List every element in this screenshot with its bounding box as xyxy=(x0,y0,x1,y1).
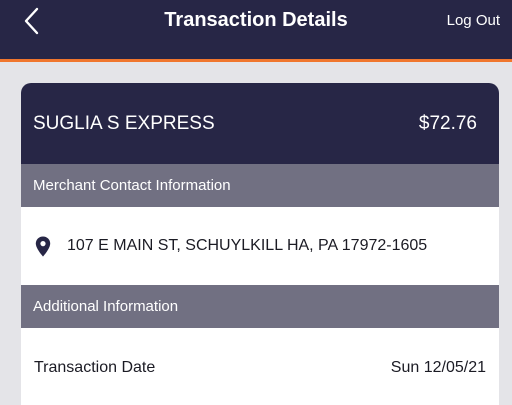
merchant-address-row[interactable]: 107 E MAIN ST, SCHUYLKILL HA, PA 17972-1… xyxy=(21,207,499,285)
transaction-card: SUGLIA S EXPRESS $72.76 Merchant Contact… xyxy=(21,83,499,405)
page-title: Transaction Details xyxy=(164,9,348,31)
transaction-date-label: Transaction Date xyxy=(34,359,156,376)
map-pin-icon xyxy=(35,236,51,257)
merchant-address: 107 E MAIN ST, SCHUYLKILL HA, PA 17972-1… xyxy=(67,237,428,254)
merchant-contact-section-header: Merchant Contact Information xyxy=(21,164,499,207)
top-nav-bar: Transaction Details Log Out xyxy=(0,0,512,59)
nav-accent-line xyxy=(0,59,512,62)
transaction-amount: $72.76 xyxy=(418,112,477,134)
transaction-date-value: Sun 12/05/21 xyxy=(390,359,486,376)
merchant-header: SUGLIA S EXPRESS $72.76 xyxy=(21,83,499,164)
additional-info-section-header: Additional Information xyxy=(21,285,499,328)
merchant-name: SUGLIA S EXPRESS xyxy=(33,112,215,134)
transaction-date-row: Transaction Date Sun 12/05/21 xyxy=(21,328,499,405)
logout-button[interactable]: Log Out xyxy=(447,11,500,31)
